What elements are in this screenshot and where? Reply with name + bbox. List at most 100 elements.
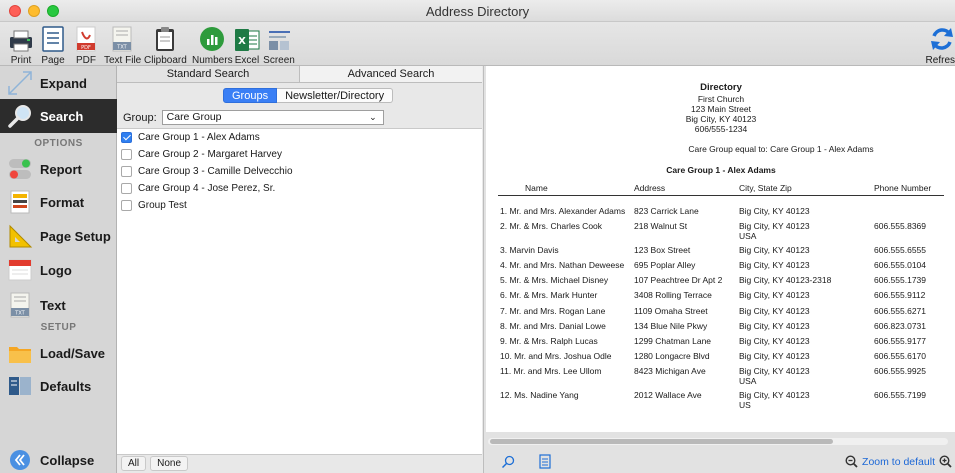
checkbox[interactable] xyxy=(121,132,132,143)
row-city: Big City, KY 40123 xyxy=(739,260,810,270)
row-name: 1. Mr. and Mrs. Alexander Adams xyxy=(500,206,626,216)
list-item[interactable]: Care Group 4 - Jose Perez, Sr. xyxy=(117,180,482,197)
checkbox[interactable] xyxy=(121,200,132,211)
report-street: 123 Main Street xyxy=(690,104,751,114)
report-preview: Directory First Church 123 Main Street B… xyxy=(483,66,955,473)
zoom-in-icon[interactable] xyxy=(939,455,952,468)
row-city: Big City, KY 40123 xyxy=(739,221,810,231)
screen-button[interactable]: Screen xyxy=(262,24,296,66)
sidebar-item-logo[interactable]: Logo xyxy=(0,253,117,287)
sidebar-item-defaults[interactable]: Defaults xyxy=(0,369,117,403)
report-phone: 606/555-1234 xyxy=(694,124,748,134)
row-address: 695 Poplar Alley xyxy=(634,260,696,270)
page-button[interactable]: Page xyxy=(40,24,66,66)
defaults-icon xyxy=(9,377,31,395)
header-divider xyxy=(498,195,944,196)
sidebar-item-search[interactable]: Search xyxy=(0,99,117,133)
sidebar-item-text[interactable]: TXT Text xyxy=(0,288,117,322)
list-item[interactable]: Care Group 1 - Alex Adams xyxy=(117,129,482,146)
tab-standard-search[interactable]: Standard Search xyxy=(117,66,300,83)
row-city: Big City, KY 40123 xyxy=(739,351,810,361)
row-address: 123 Box Street xyxy=(634,245,691,255)
clipboard-button[interactable]: Clipboard xyxy=(144,24,187,66)
list-item[interactable]: Care Group 2 - Margaret Harvey xyxy=(117,146,482,163)
row-city: Big City, KY 40123-2318 xyxy=(739,275,832,285)
sidebar-item-format[interactable]: Format xyxy=(0,185,117,219)
numbers-button[interactable]: Numbers xyxy=(192,24,233,66)
column-header-name: Name xyxy=(525,183,548,193)
checkbox[interactable] xyxy=(121,149,132,160)
row-city: Big City, KY 40123 xyxy=(739,206,810,216)
excel-button[interactable]: X Excel xyxy=(234,24,260,66)
row-phone: 606.555.7199 xyxy=(874,390,926,400)
pdf-button[interactable]: PDF PDF xyxy=(74,24,98,66)
row-address: 8423 Michigan Ave xyxy=(634,366,706,376)
row-address: 107 Peachtree Dr Apt 2 xyxy=(634,275,723,285)
report-title: Directory xyxy=(700,82,742,93)
group-select-value: Care Group xyxy=(166,111,222,123)
document-icon[interactable] xyxy=(539,454,551,469)
row-country: USA xyxy=(739,231,757,241)
group-label: Group: xyxy=(123,111,157,124)
screen-icon xyxy=(269,31,290,50)
printer-icon xyxy=(10,30,32,52)
print-button[interactable]: Print xyxy=(8,24,34,66)
row-city: Big City, KY 40123 xyxy=(739,336,810,346)
row-address: 823 Carrick Lane xyxy=(634,206,699,216)
subtab-newsletter-directory[interactable]: Newsletter/Directory xyxy=(277,88,394,103)
zoom-out-icon[interactable] xyxy=(845,455,858,468)
svg-text:PDF: PDF xyxy=(81,45,91,51)
window-title: Address Directory xyxy=(425,4,530,19)
chevron-down-icon: ⌄ xyxy=(369,112,377,122)
expand-icon xyxy=(8,71,32,95)
row-phone: 606.555.6170 xyxy=(874,351,926,361)
scrollbar-thumb[interactable] xyxy=(490,439,833,444)
row-name: 4. Mr. and Mrs. Nathan Deweese xyxy=(500,260,625,270)
column-header-city: City, State Zip xyxy=(739,183,792,193)
row-name: 12. Ms. Nadine Yang xyxy=(500,390,579,400)
row-city: Big City, KY 40123 xyxy=(739,366,810,376)
checkbox[interactable] xyxy=(121,183,132,194)
excel-icon: X xyxy=(235,29,260,51)
row-phone: 606.823.0731 xyxy=(874,321,926,331)
group-select[interactable]: Care Group ⌄ xyxy=(161,110,384,125)
row-address: 3408 Rolling Terrace xyxy=(634,290,712,300)
folder-icon xyxy=(9,347,31,363)
select-none-button[interactable]: None xyxy=(150,456,189,471)
row-phone: 606.555.1739 xyxy=(874,275,926,285)
row-name: 3. Marvin Davis xyxy=(500,245,559,255)
tab-advanced-search[interactable]: Advanced Search xyxy=(300,66,482,83)
report-criteria: Care Group equal to: Care Group 1 - Alex… xyxy=(688,144,874,154)
row-address: 134 Blue Nile Pkwy xyxy=(634,321,708,331)
subtab-groups[interactable]: Groups xyxy=(223,88,278,103)
sidebar-item-page-setup[interactable]: Page Setup xyxy=(0,219,117,253)
text-file-button[interactable]: TXT Text File xyxy=(104,24,141,66)
search-subtabs: Groups Newsletter/Directory xyxy=(223,88,394,103)
list-item[interactable]: Care Group 3 - Camille Delvecchio xyxy=(117,163,482,180)
row-address: 1299 Chatman Lane xyxy=(634,336,712,346)
sidebar-item-load-save[interactable]: Load/Save xyxy=(0,336,117,370)
sidebar-item-collapse[interactable]: Collapse xyxy=(0,447,117,473)
report-city: Big City, KY 40123 xyxy=(685,114,757,124)
row-name: 10. Mr. and Mrs. Joshua Odle xyxy=(500,351,612,361)
search-panel: Standard Search Advanced Search Groups N… xyxy=(117,66,482,473)
list-item[interactable]: Group Test xyxy=(117,197,482,214)
report-group-heading: Care Group 1 - Alex Adams xyxy=(666,165,776,175)
row-phone: 606.555.0104 xyxy=(874,260,926,270)
refresh-button[interactable]: Refres xyxy=(926,24,955,66)
sidebar-item-report[interactable]: Report xyxy=(0,152,117,186)
zoom-to-default-link[interactable]: Zoom to default xyxy=(862,456,935,468)
report-org: First Church xyxy=(697,94,745,104)
row-phone: 606.555.8369 xyxy=(874,221,926,231)
magnifier-icon[interactable] xyxy=(501,455,515,469)
horizontal-scrollbar[interactable] xyxy=(488,438,948,445)
selection-buttons: All None xyxy=(121,456,189,471)
checkbox[interactable] xyxy=(121,166,132,177)
section-options-label: OPTIONS xyxy=(34,138,83,149)
text-icon: TXT xyxy=(10,292,30,318)
select-all-button[interactable]: All xyxy=(121,456,147,471)
sidebar-item-expand[interactable]: Expand xyxy=(0,66,117,100)
row-address: 1280 Longacre Blvd xyxy=(634,351,710,361)
collapse-icon xyxy=(10,450,30,470)
numbers-icon xyxy=(200,27,224,51)
